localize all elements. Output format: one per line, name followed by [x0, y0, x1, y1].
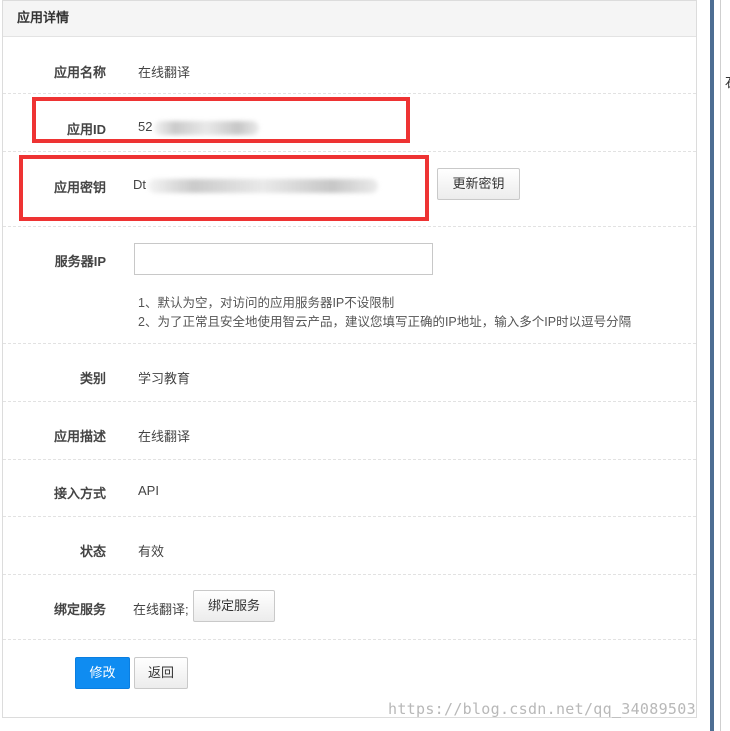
truncated-text: 石 [725, 72, 730, 91]
row-bound-service: 绑定服务 在线翻译; 绑定服务 [3, 575, 696, 640]
bound-service-value: 在线翻译; [133, 602, 189, 617]
back-button[interactable]: 返回 [134, 657, 188, 689]
row-description: 应用描述 在线翻译 [3, 402, 696, 460]
access-method-value: API [138, 483, 159, 498]
adjacent-window-edge: 石 [705, 0, 730, 731]
row-access-method: 接入方式 API [3, 460, 696, 517]
category-value: 学习教育 [138, 371, 191, 386]
window-border [710, 0, 714, 731]
app-name-value: 在线翻译 [138, 65, 191, 80]
modify-button[interactable]: 修改 [75, 657, 130, 689]
row-category: 类别 学习教育 [3, 344, 696, 402]
highlight-box-app-secret [19, 155, 429, 221]
category-label: 类别 [79, 371, 106, 386]
status-value: 有效 [138, 544, 165, 559]
server-ip-label: 服务器IP [54, 254, 106, 269]
server-ip-hint-2: 2、为了正常且安全地使用智云产品，建议您填写正确的IP地址，输入多个IP时以逗号… [138, 315, 632, 329]
page: 应用详情 应用名称 在线翻译 应用ID 52 应用密钥 Dt 更新密钥 服务器I… [0, 0, 730, 731]
access-method-label: 接入方式 [53, 486, 106, 501]
window-divider [720, 0, 721, 731]
watermark: https://blog.csdn.net/qq_34089503 [388, 700, 696, 718]
bind-service-button[interactable]: 绑定服务 [193, 590, 275, 622]
bound-service-label: 绑定服务 [53, 602, 106, 617]
panel-title: 应用详情 [3, 1, 696, 37]
server-ip-input[interactable] [134, 243, 433, 275]
server-ip-hint-1: 1、默认为空，对访问的应用服务器IP不设限制 [138, 296, 395, 310]
refresh-secret-button[interactable]: 更新密钥 [437, 168, 520, 200]
row-status: 状态 有效 [3, 517, 696, 575]
description-label: 应用描述 [53, 429, 106, 444]
row-app-name: 应用名称 在线翻译 [3, 37, 696, 94]
app-name-label: 应用名称 [53, 65, 106, 80]
description-value: 在线翻译 [138, 429, 191, 444]
status-label: 状态 [79, 544, 106, 559]
highlight-box-app-id [32, 97, 410, 143]
